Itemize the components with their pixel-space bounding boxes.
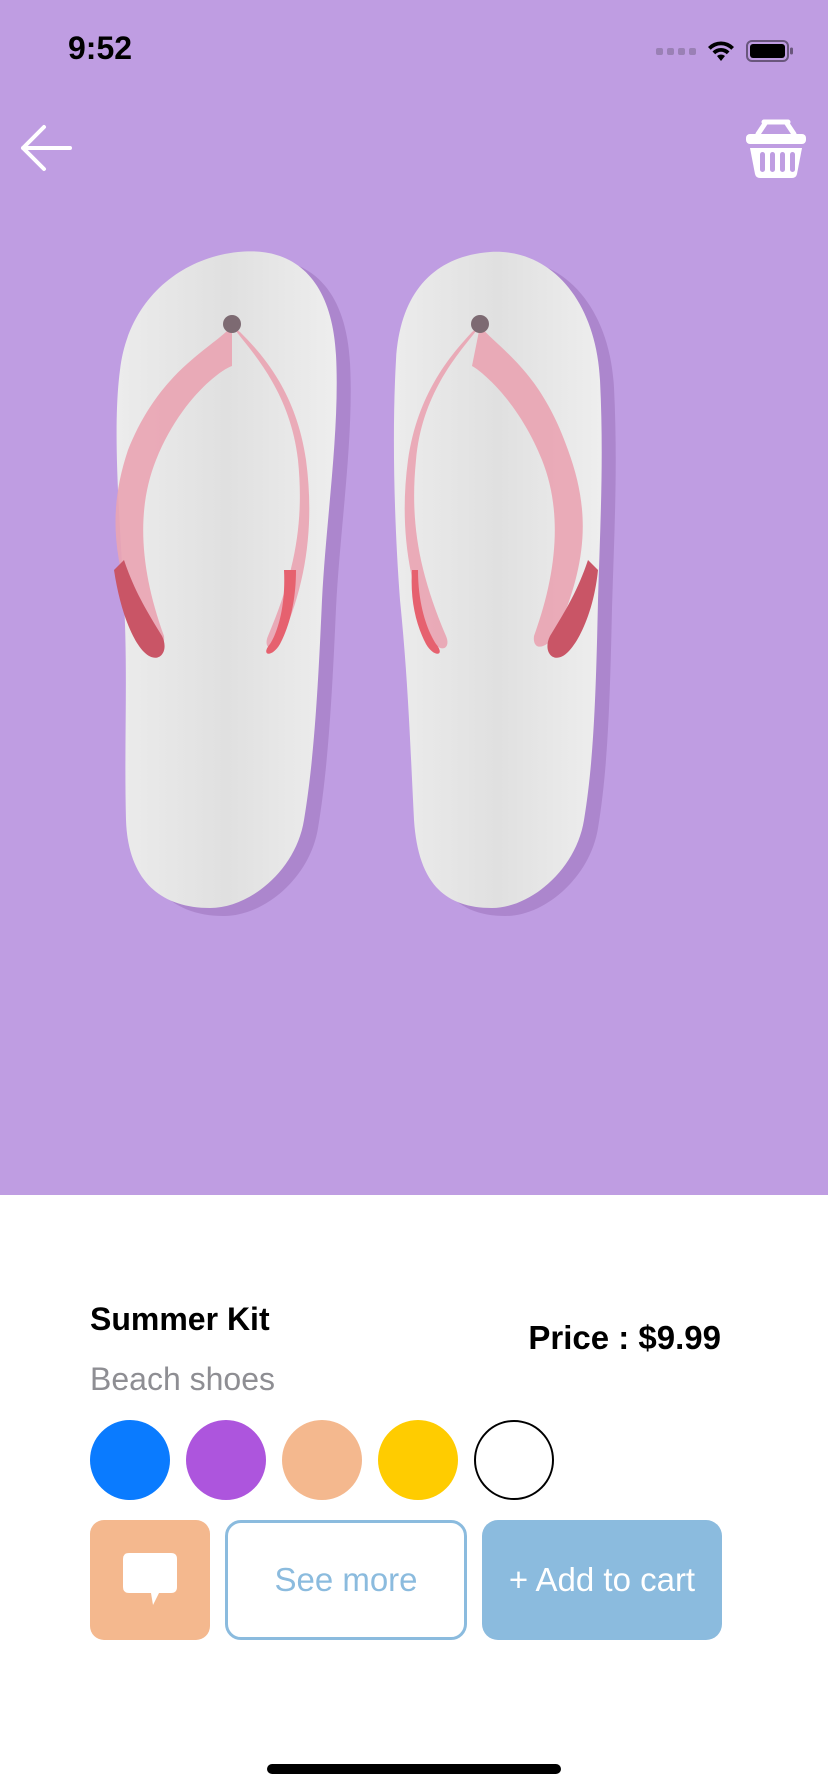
status-icons bbox=[656, 36, 794, 66]
product-info-panel: Summer Kit Price : $9.99 Beach shoes See… bbox=[0, 1195, 828, 1792]
arrow-left-icon bbox=[21, 125, 72, 171]
back-button[interactable] bbox=[18, 120, 74, 176]
shopping-basket-icon bbox=[746, 119, 806, 178]
status-time: 9:52 bbox=[68, 30, 133, 66]
color-swatches bbox=[90, 1420, 554, 1500]
chat-button[interactable] bbox=[90, 1520, 210, 1640]
see-more-button[interactable]: See more bbox=[225, 1520, 467, 1640]
color-swatch-blue[interactable] bbox=[90, 1420, 170, 1500]
color-swatch-peach[interactable] bbox=[282, 1420, 362, 1500]
wifi-icon bbox=[708, 41, 734, 61]
add-to-cart-button[interactable]: + Add to cart bbox=[482, 1520, 722, 1640]
cart-button[interactable] bbox=[744, 114, 808, 180]
signal-icon bbox=[656, 47, 696, 55]
color-swatch-purple[interactable] bbox=[186, 1420, 266, 1500]
product-subtitle: Beach shoes bbox=[90, 1361, 276, 1397]
flip-flops-illustration bbox=[114, 251, 616, 916]
product-hero: 9:52 bbox=[0, 0, 828, 1195]
chat-bubble-icon bbox=[123, 1553, 177, 1605]
status-bar: 9:52 bbox=[0, 0, 828, 100]
home-indicator[interactable] bbox=[267, 1764, 561, 1774]
product-price: Price : $9.99 bbox=[528, 1319, 721, 1356]
product-name: Summer Kit bbox=[90, 1301, 270, 1337]
battery-icon bbox=[746, 40, 793, 62]
action-buttons: See more + Add to cart bbox=[90, 1520, 722, 1640]
color-swatch-yellow[interactable] bbox=[378, 1420, 458, 1500]
color-swatch-white[interactable] bbox=[474, 1420, 554, 1500]
